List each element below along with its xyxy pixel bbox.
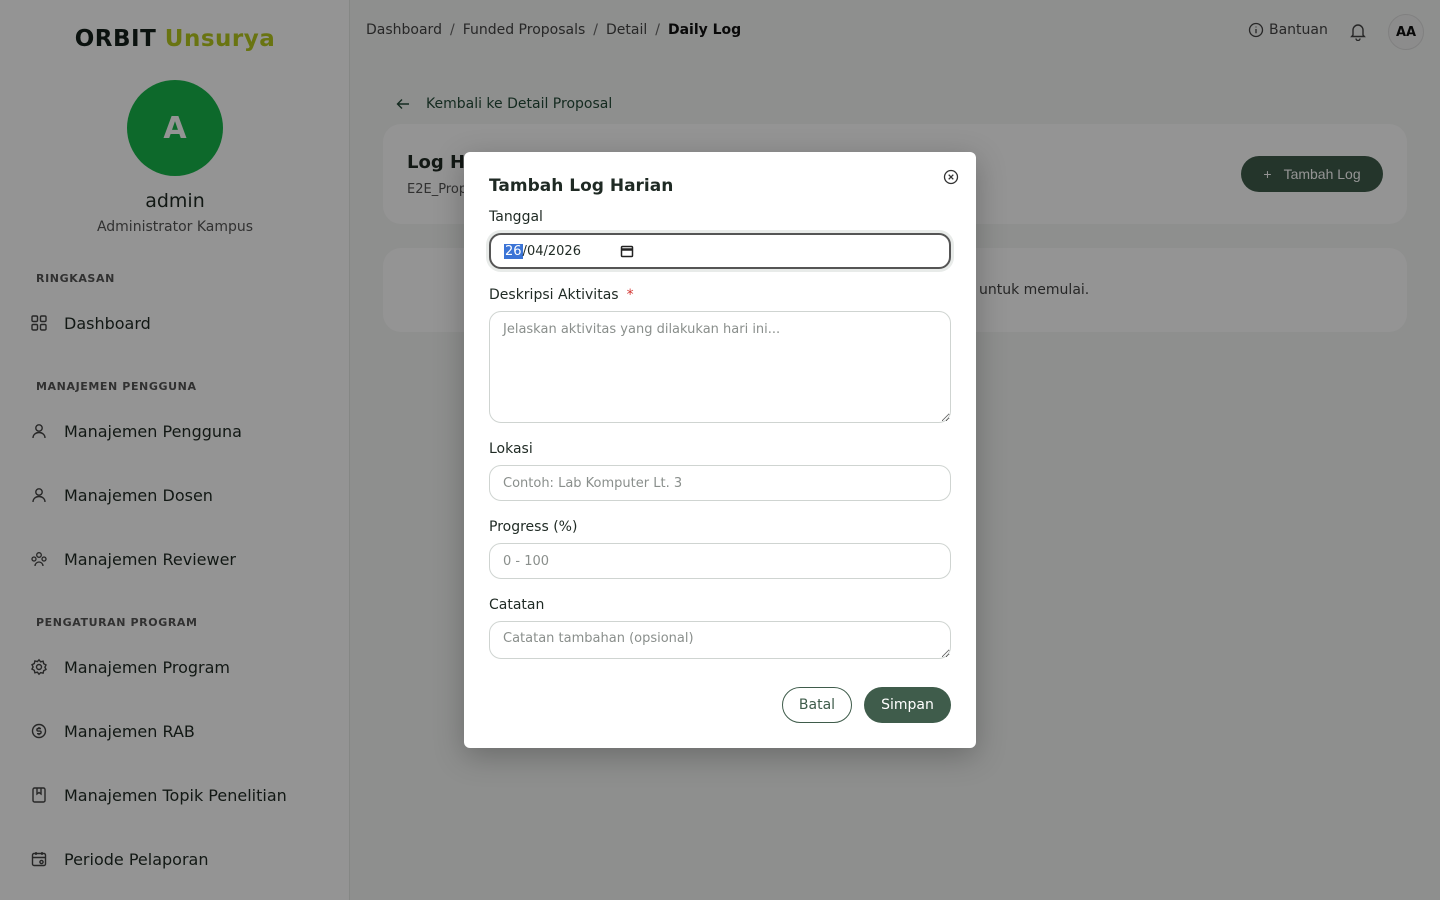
progress-label: Progress (%) — [489, 519, 578, 535]
required-mark: * — [626, 287, 634, 303]
notes-textarea[interactable] — [489, 621, 951, 659]
calendar-icon[interactable] — [620, 244, 634, 258]
add-log-modal: Tambah Log Harian Tanggal 26/04/2026 Des… — [464, 152, 976, 748]
date-day: 26 — [504, 243, 523, 259]
modal-title: Tambah Log Harian — [489, 176, 674, 196]
date-year: 2026 — [547, 243, 581, 259]
date-label: Tanggal — [489, 209, 543, 225]
date-input[interactable]: 26/04/2026 — [489, 233, 951, 269]
description-label-text: Deskripsi Aktivitas — [489, 287, 619, 303]
location-label: Lokasi — [489, 441, 533, 457]
save-button[interactable]: Simpan — [864, 687, 951, 723]
location-input[interactable] — [489, 465, 951, 501]
cancel-button[interactable]: Batal — [782, 687, 852, 723]
close-icon[interactable] — [942, 168, 960, 186]
notes-label: Catatan — [489, 597, 545, 613]
description-label: Deskripsi Aktivitas * — [489, 287, 634, 303]
date-value: 26/04/2026 — [504, 243, 581, 259]
progress-input[interactable] — [489, 543, 951, 579]
date-month: 04 — [526, 243, 544, 259]
description-textarea[interactable] — [489, 311, 951, 423]
